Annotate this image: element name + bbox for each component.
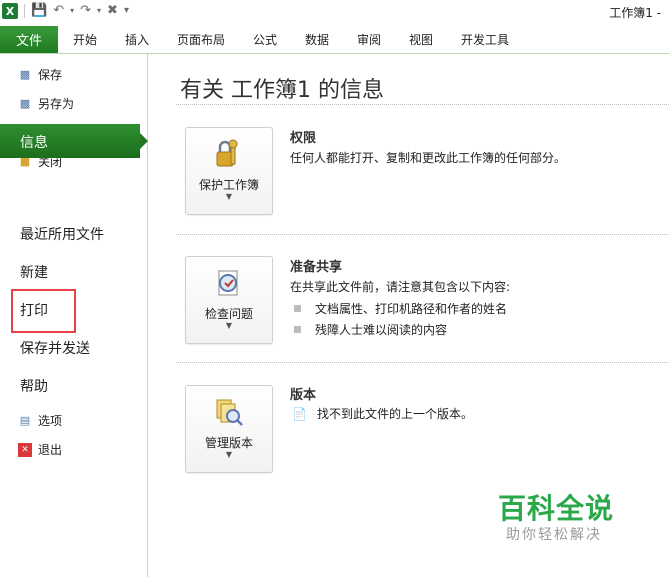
section-divider xyxy=(176,104,669,105)
list-item: 文档属性、打印机路径和作者的姓名 xyxy=(294,300,507,317)
toolbar-divider xyxy=(24,4,25,18)
nav-recent[interactable]: 最近所用文件 xyxy=(20,224,104,244)
nav-save[interactable]: ▩ 保存 xyxy=(18,66,62,83)
prepare-heading: 准备共享 xyxy=(290,260,343,275)
excel-logo-icon: X xyxy=(2,3,18,19)
manage-versions-label: 管理版本 xyxy=(204,436,253,450)
permissions-heading: 权限 xyxy=(290,131,317,146)
tab-home[interactable]: 开始 xyxy=(73,31,97,48)
watermark-slogan: 助你轻松解决 xyxy=(506,527,602,543)
tab-page-layout[interactable]: 页面布局 xyxy=(177,31,225,48)
tab-data[interactable]: 数据 xyxy=(305,31,329,48)
nav-new[interactable]: 新建 xyxy=(20,262,48,282)
protect-workbook-button[interactable]: 保护工作簿 ▼ xyxy=(185,127,273,215)
prepare-text: 在共享此文件前，请注意其包含以下内容: xyxy=(290,280,511,294)
tab-view[interactable]: 视图 xyxy=(409,31,433,48)
inspect-document-icon xyxy=(218,270,238,296)
customize-toolbar-icon[interactable]: ▾ xyxy=(124,3,129,19)
exit-icon: ✕ xyxy=(18,442,32,457)
ribbon-tabs: 文件 开始 插入 页面布局 公式 数据 审阅 视图 开发工具 xyxy=(0,24,669,54)
nav-options[interactable]: ▤ 选项 xyxy=(18,412,62,429)
window-title: 工作簿1 - xyxy=(609,6,661,20)
quick-access-toolbar: X 💾 ↶ ▾ ↷ ▾ ✖ ▾ xyxy=(2,3,129,19)
check-issues-label: 检查问题 xyxy=(204,307,253,321)
nav-active-arrow xyxy=(140,133,148,149)
watermark-brand: 百科全说 xyxy=(498,492,615,525)
nav-exit-label: 退出 xyxy=(38,443,63,457)
chevron-down-icon: ▼ xyxy=(225,450,233,459)
bullet-icon xyxy=(294,305,301,312)
print-highlight-box xyxy=(11,289,76,333)
section-divider xyxy=(176,362,669,363)
tab-file[interactable]: 文件 xyxy=(0,26,58,53)
chevron-down-icon: ▼ xyxy=(225,321,233,330)
permissions-text: 任何人都能打开、复制和更改此工作簿的任何部分。 xyxy=(290,151,567,165)
undo-dropdown-icon[interactable]: ▾ xyxy=(70,3,74,19)
nav-info-label: 信息 xyxy=(20,135,48,151)
bullet-icon xyxy=(294,326,301,333)
nav-save-as[interactable]: ▩ 另存为 xyxy=(18,95,74,112)
save-icon: ▩ xyxy=(19,68,31,81)
versions-icon xyxy=(216,399,243,426)
nav-exit[interactable]: ✕ 退出 xyxy=(18,441,62,458)
check-issues-button[interactable]: 检查问题 ▼ xyxy=(185,256,273,344)
protect-workbook-label: 保护工作簿 xyxy=(198,178,259,192)
nav-save-label: 保存 xyxy=(38,68,63,82)
versions-heading: 版本 xyxy=(290,388,317,403)
document-version-icon: 📄 xyxy=(292,406,307,421)
nav-save-as-label: 另存为 xyxy=(38,97,75,111)
list-item: 残障人士难以阅读的内容 xyxy=(294,321,447,338)
versions-text: 找不到此文件的上一个版本。 xyxy=(316,407,473,421)
tab-review[interactable]: 审阅 xyxy=(357,31,381,48)
lock-key-icon xyxy=(216,139,238,167)
title-bar: X 💾 ↶ ▾ ↷ ▾ ✖ ▾ 工作簿1 - xyxy=(0,0,669,24)
section-divider xyxy=(176,234,669,235)
list-item-text: 文档属性、打印机路径和作者的姓名 xyxy=(315,302,508,316)
undo-icon[interactable]: ↶ xyxy=(53,3,64,19)
tab-insert[interactable]: 插入 xyxy=(125,31,149,48)
page-title: 有关 工作簿1 的信息 xyxy=(180,78,384,103)
options-icon: ▤ xyxy=(19,414,31,427)
tab-developer[interactable]: 开发工具 xyxy=(461,31,509,48)
nav-save-send[interactable]: 保存并发送 xyxy=(20,338,90,358)
tools-icon[interactable]: ✖ xyxy=(107,3,118,19)
versions-status: 📄 找不到此文件的上一个版本。 xyxy=(292,405,473,422)
nav-help[interactable]: 帮助 xyxy=(20,376,48,396)
manage-versions-button[interactable]: 管理版本 ▼ xyxy=(185,385,273,473)
redo-dropdown-icon[interactable]: ▾ xyxy=(97,3,101,19)
save-as-icon: ▩ xyxy=(19,97,31,110)
chevron-down-icon: ▼ xyxy=(225,192,233,201)
save-icon[interactable]: 💾 xyxy=(31,3,47,19)
list-item-text: 残障人士难以阅读的内容 xyxy=(315,323,448,337)
redo-icon[interactable]: ↷ xyxy=(80,3,91,19)
tab-formulas[interactable]: 公式 xyxy=(253,31,277,48)
nav-options-label: 选项 xyxy=(38,414,63,428)
